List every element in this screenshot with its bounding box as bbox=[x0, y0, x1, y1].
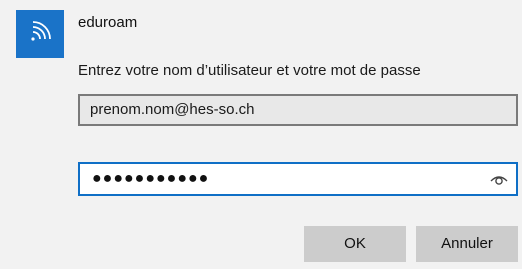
password-field[interactable]: ●●●●●●●●●●● bbox=[78, 162, 518, 196]
cancel-button[interactable]: Annuler bbox=[416, 226, 518, 262]
network-name: eduroam bbox=[78, 14, 138, 31]
password-masked-value: ●●●●●●●●●●● bbox=[92, 170, 210, 187]
network-tile bbox=[16, 10, 64, 58]
wifi-icon bbox=[26, 18, 54, 51]
eye-icon[interactable] bbox=[490, 171, 508, 187]
network-credentials-dialog: eduroam Entrez votre nom d’utilisateur e… bbox=[0, 0, 522, 269]
username-field[interactable]: prenom.nom@hes-so.ch bbox=[78, 94, 518, 126]
ok-button[interactable]: OK bbox=[304, 226, 406, 262]
credentials-prompt: Entrez votre nom d’utilisateur et votre … bbox=[78, 62, 421, 79]
